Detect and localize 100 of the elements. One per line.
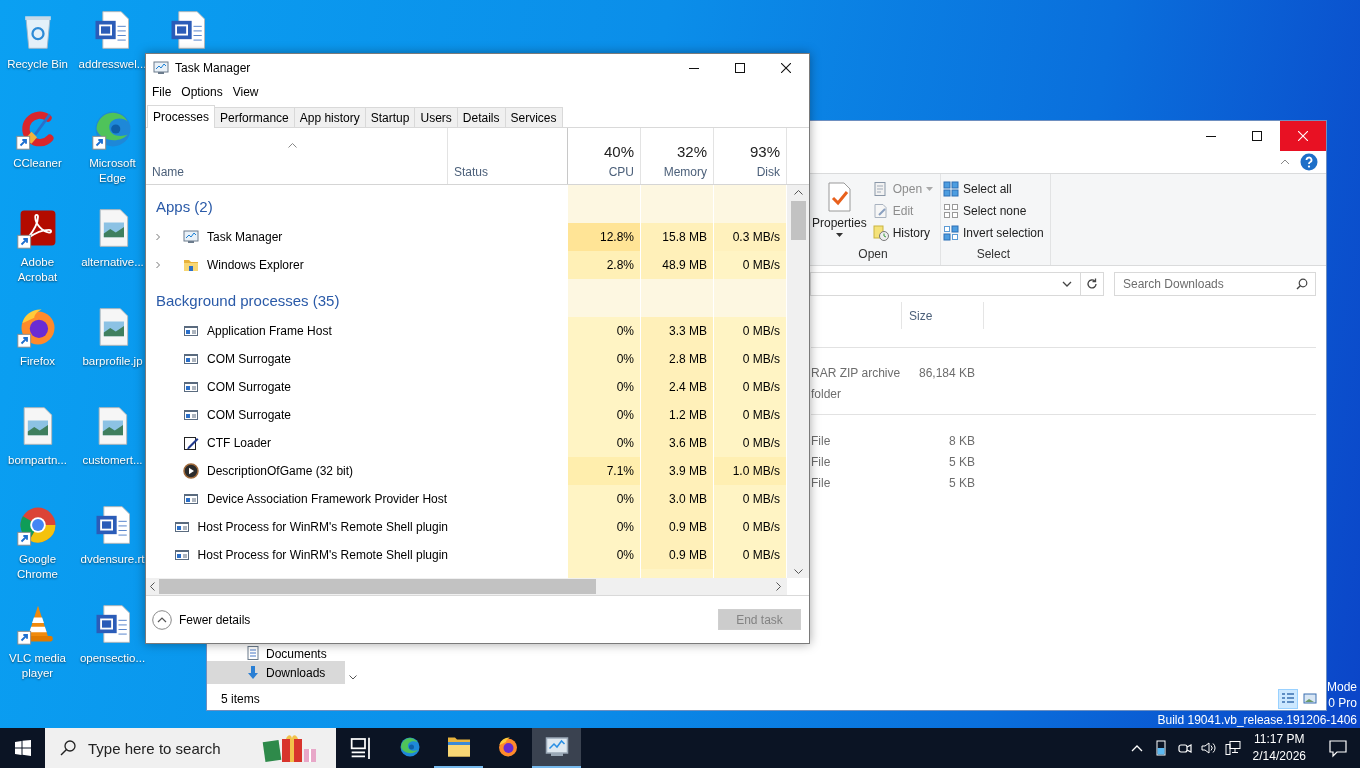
ribbon-button[interactable]: History: [872, 222, 934, 244]
edit-icon: [872, 203, 889, 219]
table-cell: 0 MB/s: [714, 401, 787, 429]
ribbon-button[interactable]: Properties: [812, 178, 867, 247]
search-icon[interactable]: [1296, 278, 1308, 290]
process-name[interactable]: DescriptionOfGame (32 bit): [207, 464, 354, 478]
window-icon: [173, 519, 190, 535]
process-name[interactable]: Windows Explorer: [207, 258, 304, 272]
table-cell: 0%: [568, 485, 641, 513]
group-header[interactable]: Apps (2): [156, 197, 213, 215]
tab[interactable]: Users: [414, 107, 458, 127]
column-header[interactable]: Status: [448, 128, 568, 184]
window-icon: [183, 407, 199, 423]
ribbon-button[interactable]: Select none: [943, 200, 1044, 222]
nav-item[interactable]: Downloads: [207, 661, 345, 684]
tab[interactable]: Startup: [364, 107, 416, 127]
scroll-up-icon[interactable]: [793, 190, 803, 195]
column-header[interactable]: 93% Disk: [714, 128, 787, 184]
process-name[interactable]: CTF Loader: [207, 436, 272, 450]
tab[interactable]: App history: [293, 107, 366, 127]
window-icon: [183, 491, 199, 507]
table-cell: 2.8 MB: [641, 345, 714, 373]
menu-item[interactable]: File: [147, 85, 177, 99]
nav-item[interactable]: Documents: [207, 645, 345, 661]
window-icon: [183, 379, 199, 395]
column-header[interactable]: Name: [146, 128, 448, 184]
window-icon: [183, 351, 199, 367]
table-cell: 0 MB/s: [714, 541, 787, 569]
group-label: Select: [975, 247, 1012, 261]
clock[interactable]: 11:17 PM 2/14/2026: [1252, 731, 1306, 765]
tab[interactable]: Details: [456, 107, 506, 127]
search-field[interactable]: Search Downloads: [1114, 272, 1316, 296]
dropdown-icon[interactable]: [1062, 281, 1072, 287]
column-header[interactable]: 32% Memory: [641, 128, 714, 184]
address-field[interactable]: [810, 272, 1104, 296]
windows-logo-icon: [14, 740, 31, 756]
collapse-icon: [152, 609, 172, 630]
table-cell: 2.4 MB: [641, 373, 714, 401]
system-text: Mode: [1326, 678, 1357, 695]
scroll-down-icon[interactable]: [349, 675, 357, 680]
ribbon-button[interactable]: Invert selection: [943, 222, 1044, 244]
tab[interactable]: Processes: [147, 105, 216, 128]
table-cell: 0%: [568, 345, 641, 373]
menu-item[interactable]: View: [227, 85, 264, 99]
scrollbar-thumb[interactable]: [159, 579, 596, 594]
process-name[interactable]: Task Manager: [207, 230, 283, 244]
chevron-up-icon[interactable]: [1280, 159, 1290, 165]
column-header[interactable]: Size: [902, 302, 984, 329]
close-icon: [1298, 131, 1308, 141]
close-icon: [781, 62, 791, 73]
table-cell: 0%: [568, 541, 641, 569]
file-type: File: [811, 454, 832, 469]
gift-icon: [262, 733, 318, 763]
table-cell: 12.8%: [568, 223, 641, 251]
volume-icon[interactable]: [1200, 740, 1217, 756]
group-header[interactable]: Background processes (35): [156, 291, 340, 309]
menu-item[interactable]: Options: [176, 85, 228, 99]
fewer-details-button[interactable]: Fewer details: [152, 609, 251, 630]
table-cell: 2.8%: [568, 251, 641, 279]
table-cell: 0%: [568, 429, 641, 457]
process-name[interactable]: Host Process for WinRM's Remote Shell plugin: [197, 520, 448, 534]
table-cell: 0%: [568, 513, 641, 541]
file-size: 8 KB: [948, 433, 975, 448]
select-none-icon: [943, 203, 959, 219]
scrollbar-thumb[interactable]: [790, 201, 806, 240]
tab[interactable]: Services: [504, 107, 563, 127]
window-icon: [173, 547, 190, 563]
notifications-icon[interactable]: [1328, 738, 1348, 758]
horizontal-scrollbar[interactable]: [146, 578, 787, 595]
help-icon[interactable]: [1300, 153, 1318, 171]
vertical-scrollbar[interactable]: [787, 185, 809, 578]
file-size: 86,184 KB: [917, 365, 975, 380]
taskbar-button[interactable]: [532, 728, 581, 768]
file-type: File: [811, 433, 832, 448]
monitor-icon: [183, 229, 199, 245]
system-text: 0 Pro: [1328, 695, 1357, 712]
column-header[interactable]: 40% CPU: [568, 128, 641, 184]
process-name[interactable]: Device Association Framework Provider Host: [207, 492, 448, 506]
table-cell: 3.9 MB: [641, 457, 714, 485]
scroll-right-icon[interactable]: [776, 582, 781, 591]
process-name[interactable]: COM Surrogate: [207, 352, 292, 366]
process-name[interactable]: Host Process for WinRM's Remote Shell plugin: [197, 548, 448, 562]
table-cell: 48.9 MB: [641, 251, 714, 279]
details-view-icon: [1281, 691, 1295, 706]
table-cell: 0 MB/s: [714, 485, 787, 513]
item-count: 5 items: [221, 691, 260, 706]
scroll-down-icon[interactable]: [793, 569, 803, 574]
search-icon: [60, 740, 76, 756]
process-name[interactable]: Application Frame Host: [207, 324, 332, 338]
table-cell: 0 MB/s: [714, 373, 787, 401]
process-name[interactable]: COM Surrogate: [207, 408, 292, 422]
tab[interactable]: Performance: [214, 107, 295, 127]
network-icon[interactable]: [1224, 740, 1241, 756]
view-button[interactable]: [1278, 688, 1298, 709]
process-name[interactable]: COM Surrogate: [207, 380, 292, 394]
play-icon: [183, 463, 199, 479]
window-icon: [183, 323, 199, 339]
scroll-left-icon[interactable]: [150, 582, 155, 591]
search-field[interactable]: Type here to search: [45, 728, 336, 768]
ribbon-button[interactable]: Select all: [943, 178, 1044, 200]
